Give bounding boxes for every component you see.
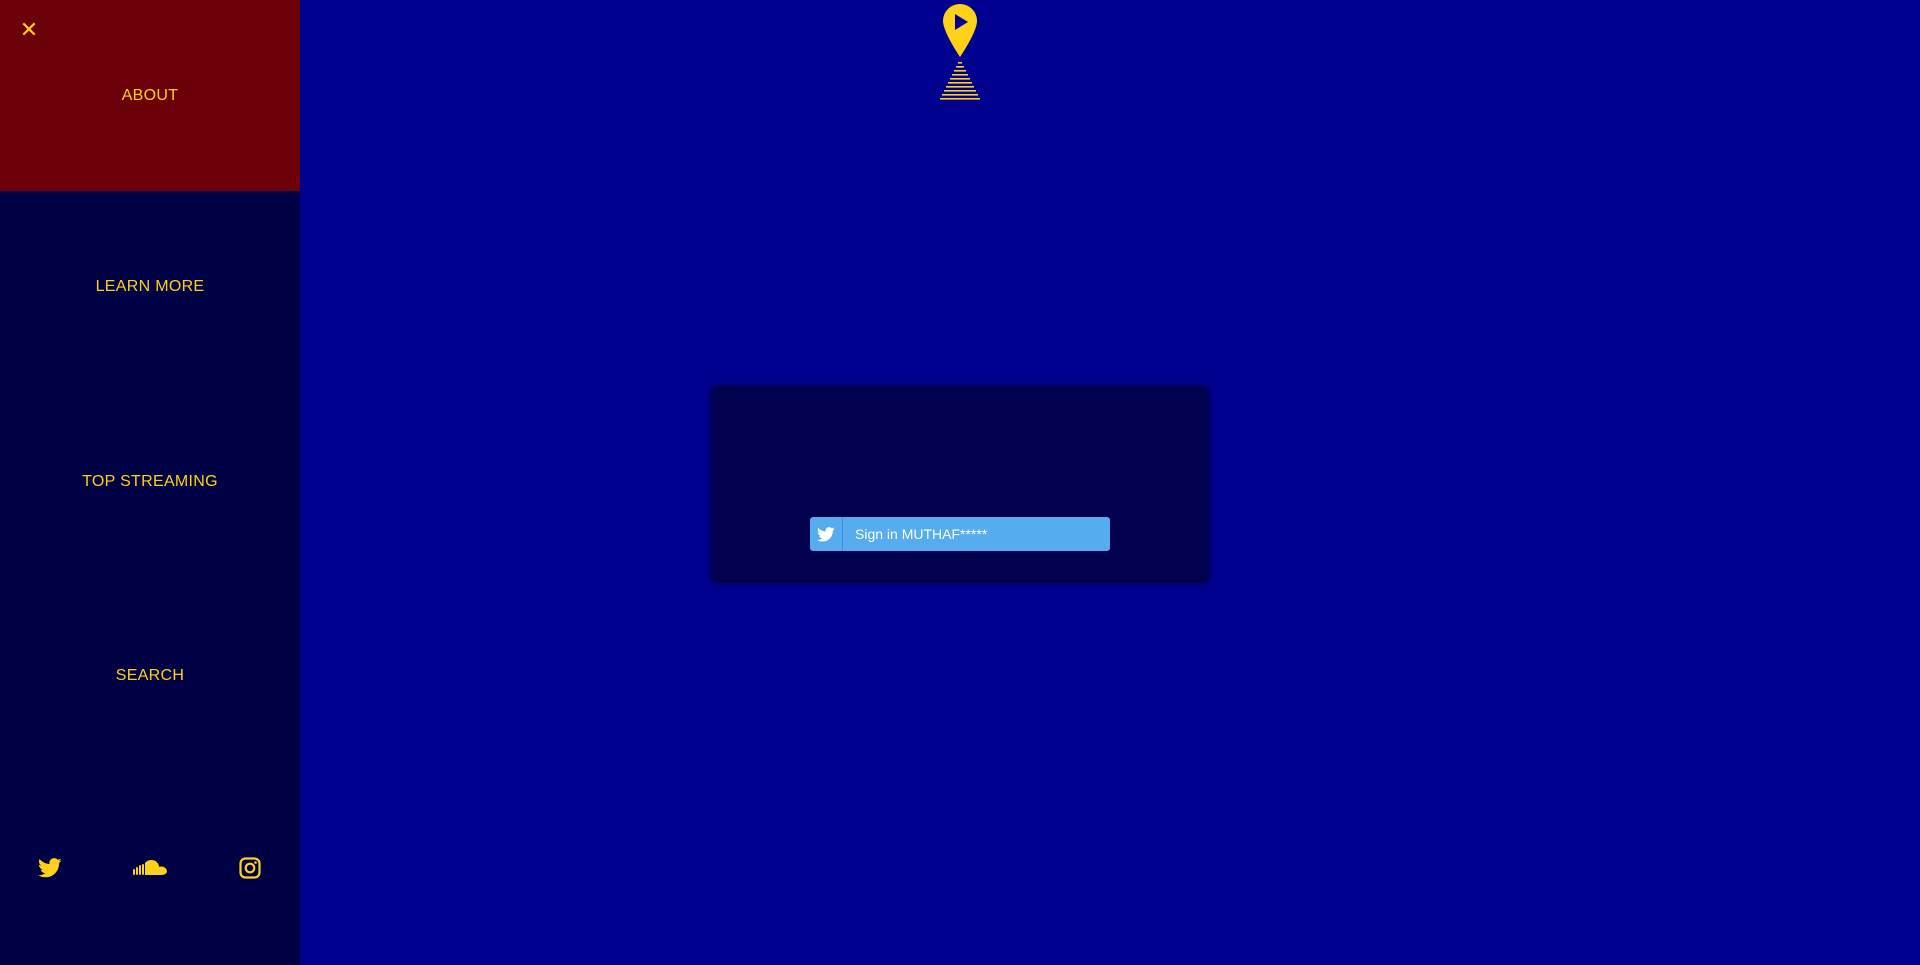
soundcloud-icon[interactable] [133,855,167,881]
play-pin-logo-icon[interactable] [938,2,982,102]
sidebar-item-label: ABOUT [121,86,179,104]
signin-card: Sign in MUTHAF***** [711,386,1209,583]
twitter-signin-button[interactable]: Sign in MUTHAF***** [810,517,1110,551]
twitter-icon[interactable] [35,855,65,881]
sidebar-item-search[interactable]: SEARCH [0,580,300,771]
instagram-icon[interactable] [235,855,265,881]
twitter-icon [810,517,843,551]
sidebar-item-about[interactable]: ABOUT [0,0,300,191]
sidebar-menu: ✕ ABOUT LEARN MORE TOP STREAMING SEARCH [0,0,300,965]
sidebar-item-top-streaming[interactable]: TOP STREAMING [0,386,300,577]
sidebar-item-label: SEARCH [115,666,185,684]
sidebar-item-learn-more[interactable]: LEARN MORE [0,191,300,382]
sidebar-item-label: TOP STREAMING [82,472,218,490]
sidebar-item-label: LEARN MORE [95,277,205,295]
signin-label: Sign in MUTHAF***** [855,526,988,542]
close-icon[interactable]: ✕ [18,19,40,41]
